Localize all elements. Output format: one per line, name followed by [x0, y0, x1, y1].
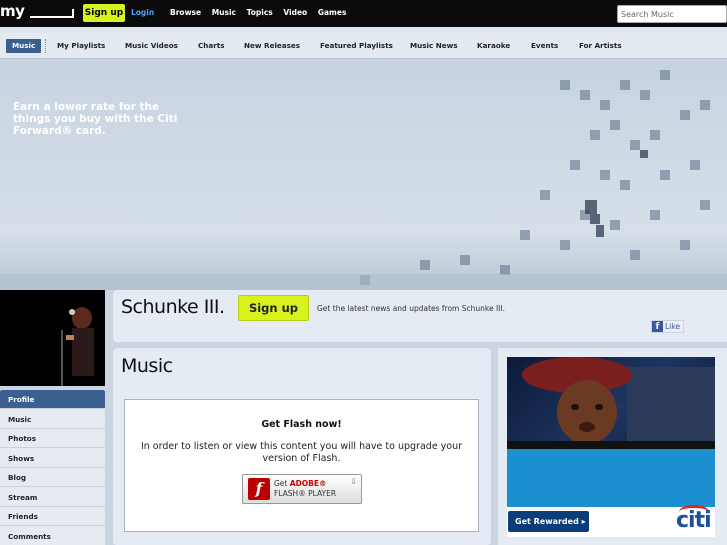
signup-tagline: Get the latest news and updates from Sch…: [317, 304, 505, 313]
ad-headline: Earn a lower rate for the things you buy…: [13, 101, 178, 137]
profile-banner: [0, 60, 727, 290]
ad-text-panel: [507, 449, 715, 507]
top-bar: my Sign up Login Browse Music Topics Vid…: [0, 0, 727, 27]
subnav-separator: [45, 39, 46, 53]
subnav-featured-playlists[interactable]: Featured Playlists: [320, 39, 393, 53]
artist-name: Schunke III.: [121, 296, 225, 318]
subnav-music[interactable]: Music: [6, 39, 42, 53]
subnav-karaoke[interactable]: Karaoke: [477, 39, 510, 53]
sidebar-item-photos[interactable]: Photos: [0, 429, 105, 448]
flash-title: Get Flash now!: [261, 419, 342, 430]
flash-button-line2: FLASH® PLAYER: [274, 489, 337, 498]
sidebar-item-blog[interactable]: Blog: [0, 468, 105, 487]
subnav-music-videos[interactable]: Music Videos: [125, 39, 178, 53]
subnav-events[interactable]: Events: [531, 39, 558, 53]
logo-tick: [72, 9, 74, 18]
music-subnav: Music My Playlists Music Videos Charts N…: [0, 33, 727, 59]
site-logo[interactable]: my: [0, 2, 25, 20]
get-flash-player-button[interactable]: f Get ADOBE® FLASH® PLAYER ⇩: [242, 474, 362, 504]
subnav-music-news[interactable]: Music News: [410, 39, 458, 53]
subnav-for-artists[interactable]: For Artists: [579, 39, 622, 53]
get-rewarded-button[interactable]: Get Rewarded ▸: [508, 511, 589, 532]
top-nav-video[interactable]: Video: [283, 8, 307, 17]
ad-photo: [507, 357, 715, 449]
sidebar-item-friends[interactable]: Friends: [0, 507, 105, 526]
facebook-icon: f: [652, 321, 663, 332]
sidebar-item-music[interactable]: Music: [0, 410, 105, 429]
subnav-new-releases[interactable]: New Releases: [244, 39, 300, 53]
search-input[interactable]: Search Music: [617, 5, 727, 23]
sidebar-item-stream[interactable]: Stream: [0, 488, 105, 507]
profile-sidebar: Profile Music Photos Shows Blog Stream F…: [0, 390, 105, 545]
top-nav-topics[interactable]: Topics: [247, 8, 273, 17]
login-link[interactable]: Login: [131, 8, 154, 17]
flash-button-line1: Get ADOBE®: [274, 479, 327, 488]
signup-button[interactable]: Sign up: [83, 4, 125, 22]
artist-signup-button[interactable]: Sign up: [238, 295, 309, 321]
flash-notice: Get Flash now! In order to listen or vie…: [124, 399, 479, 532]
sidebar-item-profile[interactable]: Profile: [0, 390, 105, 409]
sidebar-item-shows[interactable]: Shows: [0, 449, 105, 468]
facebook-like-button[interactable]: f Like: [651, 320, 684, 333]
like-label: Like: [665, 322, 680, 331]
subnav-my-playlists[interactable]: My Playlists: [57, 39, 105, 53]
sidebar-item-comments[interactable]: Comments: [0, 527, 105, 545]
flash-message: In order to listen or view this content …: [140, 441, 463, 464]
download-arrow-icon: ⇩: [350, 477, 357, 486]
top-nav-browse[interactable]: Browse: [170, 8, 201, 17]
subnav-charts[interactable]: Charts: [198, 39, 225, 53]
banner-branches-image: [0, 70, 727, 290]
section-title: Music: [121, 355, 173, 377]
top-nav-music[interactable]: Music: [212, 8, 236, 17]
flash-icon: f: [248, 478, 270, 500]
artist-avatar[interactable]: [0, 290, 105, 386]
citi-logo: citi: [676, 508, 712, 533]
logo-underline: [30, 16, 74, 18]
top-nav-games[interactable]: Games: [318, 8, 347, 17]
top-nav: Browse Music Topics Video Games: [170, 8, 354, 17]
